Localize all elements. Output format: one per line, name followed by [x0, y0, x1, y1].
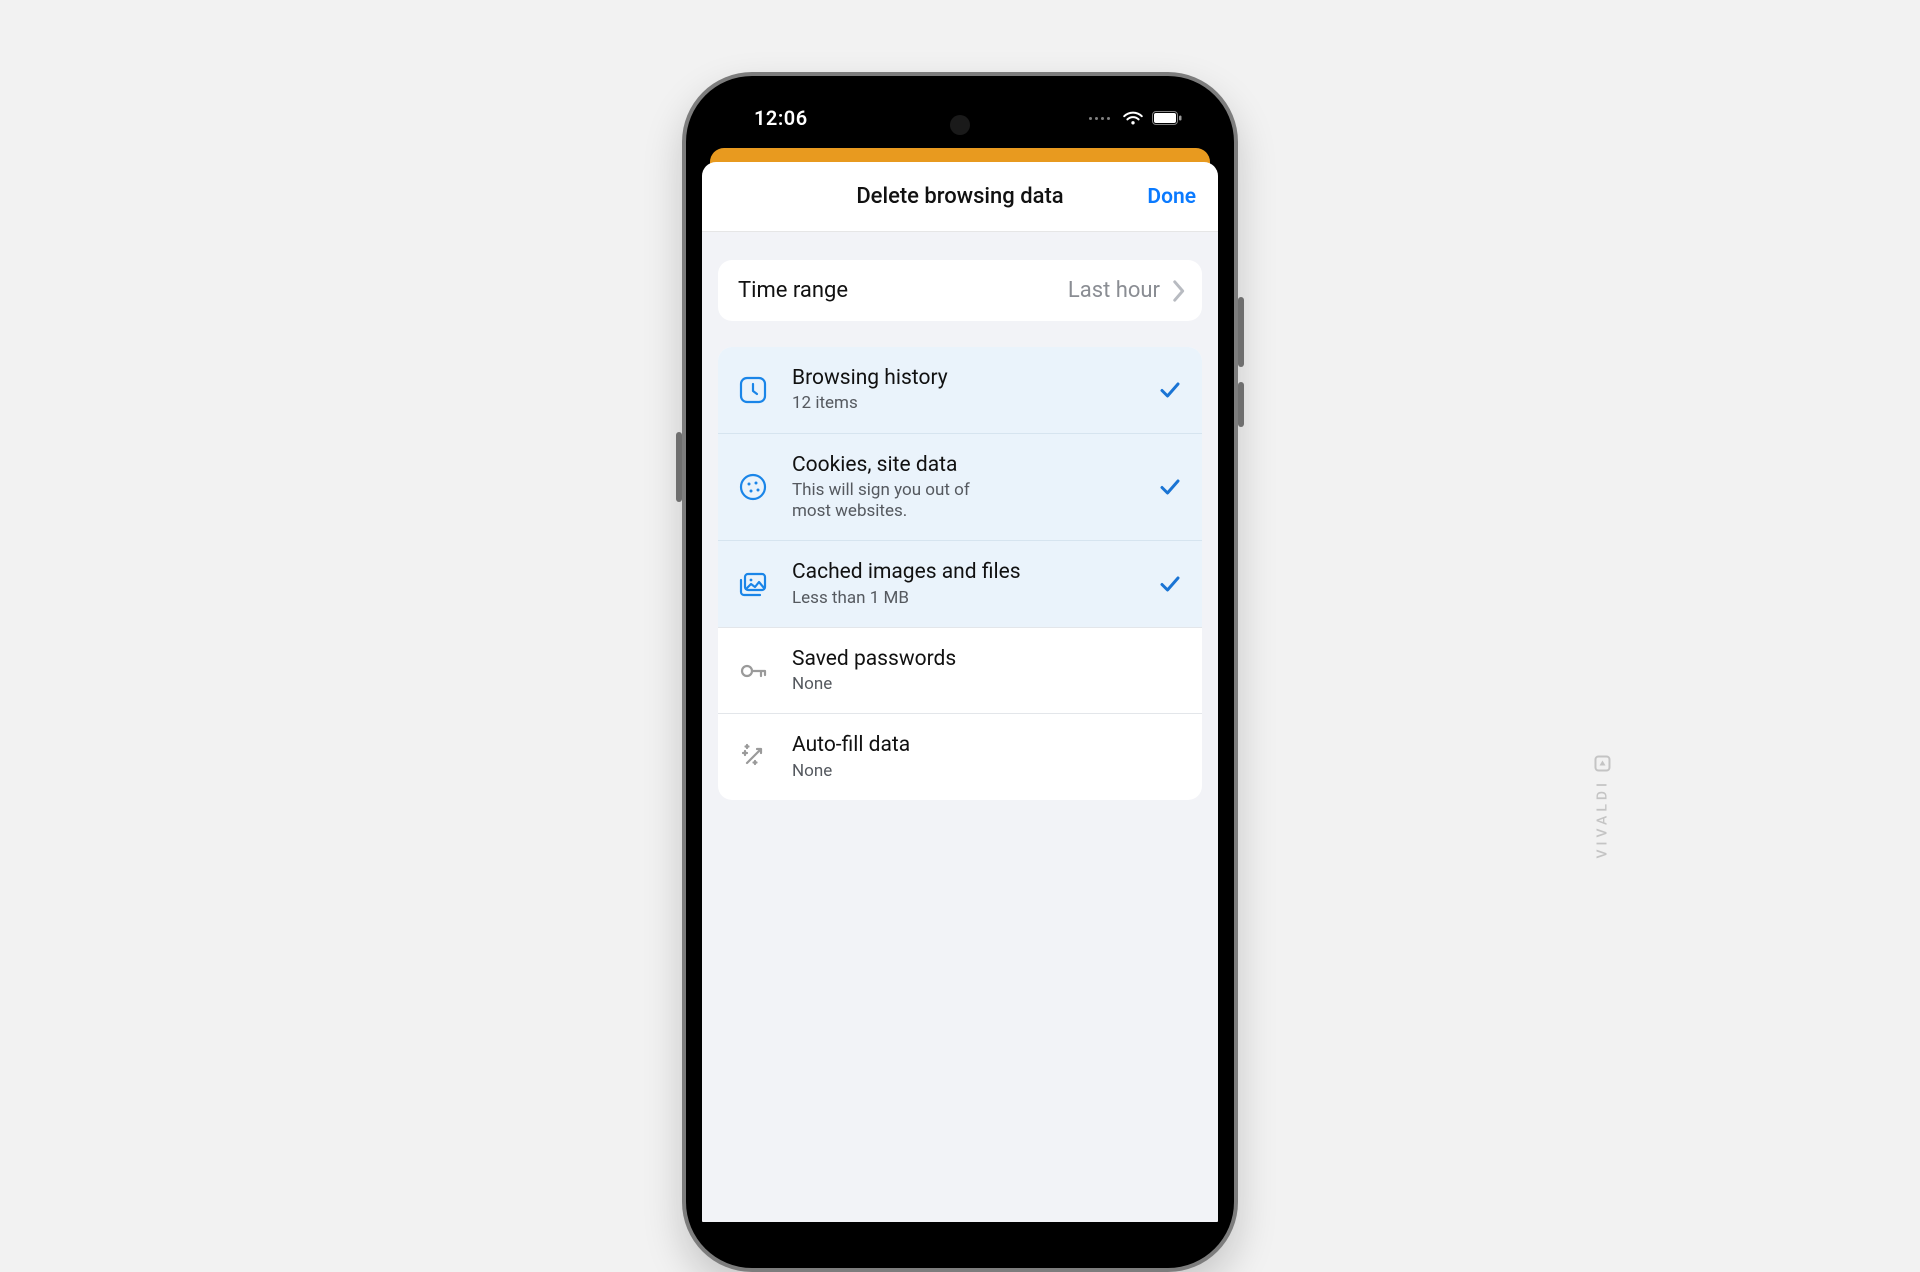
time-range-value: Last hour — [1068, 278, 1160, 303]
row-title: Cookies, site data — [792, 452, 1148, 478]
row-title: Browsing history — [792, 365, 1148, 391]
sheet-title: Delete browsing data — [856, 184, 1063, 209]
chevron-right-icon — [1172, 280, 1186, 302]
vivaldi-watermark: VIVALDI — [1594, 755, 1610, 858]
row-subtitle: None — [792, 674, 1184, 695]
row-cached-images[interactable]: Cached images and files Less than 1 MB — [718, 540, 1202, 627]
watermark-text: VIVALDI — [1594, 779, 1610, 858]
check-icon — [1156, 473, 1184, 501]
sheet-header: Delete browsing data Done — [702, 162, 1218, 232]
row-title: Auto-fill data — [792, 732, 1184, 758]
row-browsing-history[interactable]: Browsing history 12 items — [718, 347, 1202, 433]
data-types-card: Browsing history 12 items — [718, 347, 1202, 800]
phone-side-button — [1238, 382, 1244, 427]
cookie-icon — [736, 470, 770, 504]
battery-icon — [1152, 111, 1182, 125]
row-autofill-data[interactable]: Auto-fill data None — [718, 713, 1202, 800]
clock-icon — [736, 373, 770, 407]
wand-icon — [736, 740, 770, 774]
row-cookies[interactable]: Cookies, site data This will sign you ou… — [718, 433, 1202, 541]
row-subtitle: None — [792, 761, 1184, 782]
check-icon — [1156, 376, 1184, 404]
cellular-dots-icon — [1089, 117, 1110, 120]
key-icon — [736, 654, 770, 688]
phone-screen: 12:06 — [698, 88, 1222, 1256]
play-box-icon — [1594, 755, 1610, 771]
images-icon — [736, 567, 770, 601]
phone-frame: 12:06 — [682, 72, 1238, 1272]
status-time: 12:06 — [754, 106, 808, 130]
row-title: Cached images and files — [792, 559, 1148, 585]
phone-camera — [950, 115, 970, 135]
wifi-icon — [1122, 110, 1144, 126]
time-range-label: Time range — [738, 278, 1068, 303]
row-subtitle: 12 items — [792, 393, 1148, 414]
check-icon — [1156, 570, 1184, 598]
phone-side-button — [676, 432, 682, 502]
row-saved-passwords[interactable]: Saved passwords None — [718, 627, 1202, 714]
done-button[interactable]: Done — [1147, 185, 1196, 209]
row-title: Saved passwords — [792, 646, 1184, 672]
time-range-card: Time range Last hour — [718, 260, 1202, 321]
row-subtitle: This will sign you out of most websites. — [792, 480, 1012, 523]
modal-sheet: Delete browsing data Done Time range Las… — [702, 162, 1218, 1222]
phone-side-button — [1238, 297, 1244, 367]
row-subtitle: Less than 1 MB — [792, 588, 1148, 609]
time-range-row[interactable]: Time range Last hour — [718, 260, 1202, 321]
